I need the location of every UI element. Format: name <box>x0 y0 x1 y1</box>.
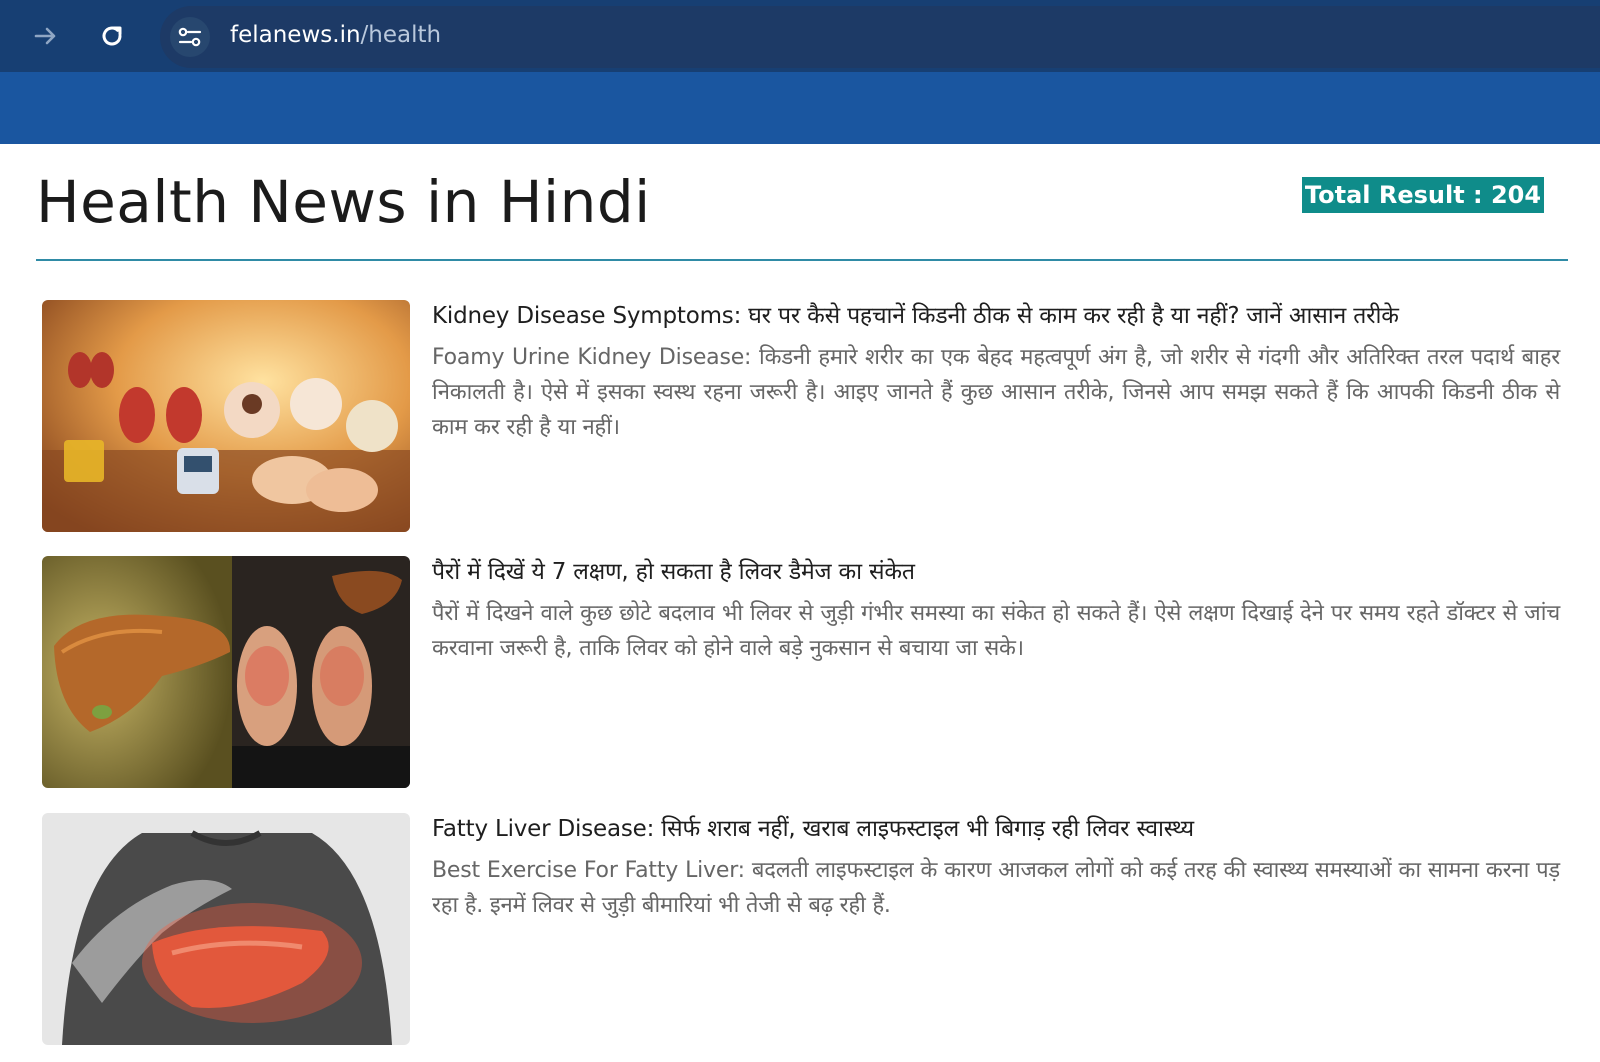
kidney-image <box>42 300 410 532</box>
browser-toolbar: felanews.in/health <box>0 0 1600 72</box>
url-path: /health <box>360 22 442 48</box>
forward-arrow-icon[interactable] <box>26 16 66 56</box>
total-result-badge: Total Result : 204 <box>1302 177 1544 213</box>
site-settings-icon[interactable] <box>170 17 210 57</box>
article-headline[interactable]: Fatty Liver Disease: सिर्फ शराब नहीं, खर… <box>432 813 1560 845</box>
article-headline[interactable]: पैरों में दिखें ये 7 लक्षण, हो सकता है ल… <box>432 556 1560 588</box>
page-title: Health News in Hindi <box>36 168 651 236</box>
article-item[interactable]: Fatty Liver Disease: सिर्फ शराब नहीं, खर… <box>42 813 1560 1049</box>
title-divider <box>36 259 1568 261</box>
url-text: felanews.in/health <box>230 22 441 48</box>
article-thumbnail[interactable] <box>42 300 410 532</box>
article-item[interactable]: Kidney Disease Symptoms: घर पर कैसे पहचा… <box>42 300 1560 536</box>
article-thumbnail[interactable] <box>42 813 410 1045</box>
article-headline[interactable]: Kidney Disease Symptoms: घर पर कैसे पहचा… <box>432 300 1560 332</box>
article-summary: Best Exercise For Fatty Liver: बदलती लाइ… <box>432 858 1560 918</box>
site-header <box>0 72 1600 144</box>
article-thumbnail[interactable] <box>42 556 410 788</box>
address-bar[interactable]: felanews.in/health <box>160 6 1600 68</box>
article-summary: Foamy Urine Kidney Disease: किडनी हमारे … <box>432 345 1560 440</box>
url-domain: felanews.in <box>230 22 361 48</box>
fatty-liver-image <box>42 813 410 1045</box>
reload-icon[interactable] <box>92 16 132 56</box>
liver-feet-image <box>42 556 410 788</box>
article-item[interactable]: पैरों में दिखें ये 7 लक्षण, हो सकता है ल… <box>42 556 1560 792</box>
article-summary: पैरों में दिखने वाले कुछ छोटे बदलाव भी ल… <box>432 601 1560 661</box>
